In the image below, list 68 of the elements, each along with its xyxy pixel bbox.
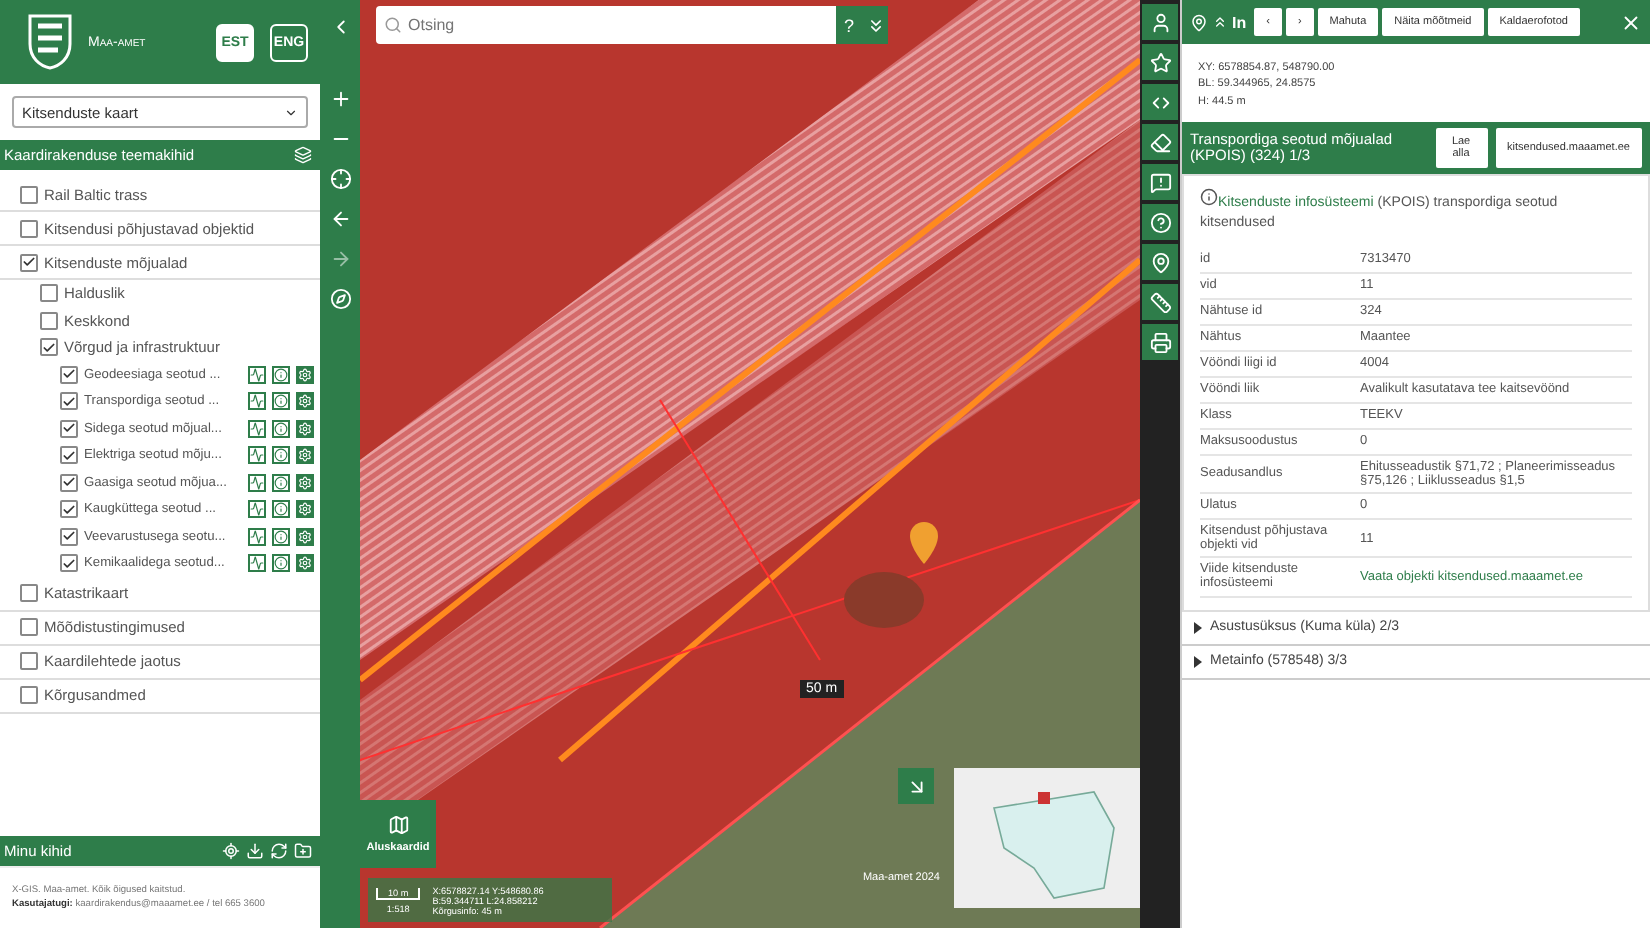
checkbox[interactable] <box>60 527 78 546</box>
checkbox[interactable] <box>60 419 78 438</box>
checkbox[interactable] <box>60 500 78 519</box>
info-icon[interactable] <box>272 446 290 465</box>
refresh-icon[interactable] <box>270 841 288 860</box>
map-icon <box>387 814 409 836</box>
double-chevron-icon <box>865 15 885 35</box>
chart-icon[interactable] <box>248 365 266 384</box>
checkbox[interactable] <box>20 584 38 602</box>
checkbox[interactable] <box>60 554 78 573</box>
checkbox[interactable] <box>60 365 78 384</box>
info-icon <box>1200 187 1218 206</box>
checkbox[interactable] <box>20 686 38 704</box>
expand-button[interactable] <box>862 6 888 44</box>
settings-icon[interactable] <box>296 392 314 411</box>
settings-icon[interactable] <box>296 365 314 384</box>
settings-icon[interactable] <box>296 500 314 519</box>
layers-icon[interactable] <box>294 146 312 164</box>
checkbox[interactable] <box>20 219 38 237</box>
checkbox[interactable] <box>40 284 58 303</box>
settings-icon[interactable] <box>296 554 314 573</box>
locate-icon[interactable] <box>222 841 240 860</box>
chart-icon[interactable] <box>248 554 266 573</box>
chart-icon[interactable] <box>248 446 266 465</box>
close-icon[interactable] <box>1620 11 1642 33</box>
info-icon[interactable] <box>272 527 290 546</box>
pin-icon[interactable] <box>1190 13 1208 31</box>
checkbox[interactable] <box>40 338 58 357</box>
search-icon <box>384 16 402 34</box>
collapse-icon[interactable] <box>1212 14 1228 30</box>
info-icon[interactable] <box>272 500 290 519</box>
dropdown-caret-icon[interactable] <box>284 105 298 119</box>
info-icon[interactable] <box>272 365 290 384</box>
info-icon[interactable] <box>272 419 290 438</box>
help-icon[interactable] <box>1142 204 1178 240</box>
help-button[interactable]: ? <box>836 6 862 44</box>
download-icon[interactable] <box>246 841 264 860</box>
settings-icon[interactable] <box>296 419 314 438</box>
checkbox[interactable] <box>40 311 58 330</box>
info-icon[interactable] <box>272 392 290 411</box>
checkbox[interactable] <box>20 253 38 271</box>
checkbox[interactable] <box>20 618 38 636</box>
add-folder-icon[interactable] <box>294 841 312 860</box>
settings-icon[interactable] <box>296 446 314 465</box>
ruler-icon[interactable] <box>1142 284 1178 320</box>
chart-icon[interactable] <box>248 500 266 519</box>
user-icon[interactable] <box>1142 4 1178 40</box>
feedback-icon[interactable] <box>1142 164 1178 200</box>
info-icon[interactable] <box>272 473 290 492</box>
info-icon[interactable] <box>272 554 290 573</box>
settings-icon[interactable] <box>296 527 314 546</box>
checkbox[interactable] <box>60 446 78 465</box>
eraser-icon[interactable] <box>1142 124 1178 160</box>
chart-icon[interactable] <box>248 527 266 546</box>
split-icon[interactable] <box>1142 84 1178 120</box>
chart-icon[interactable] <box>248 473 266 492</box>
panel-title: In <box>1232 13 1247 31</box>
chart-icon[interactable] <box>248 419 266 438</box>
chart-icon[interactable] <box>248 392 266 411</box>
search-field[interactable]: Otsing ? <box>376 6 888 44</box>
checkbox[interactable] <box>20 185 38 203</box>
pin-icon[interactable] <box>1142 244 1178 280</box>
checkbox[interactable] <box>20 652 38 670</box>
printer-icon[interactable] <box>1142 324 1178 360</box>
checkbox[interactable] <box>60 473 78 492</box>
settings-icon[interactable] <box>296 473 314 492</box>
coat-of-arms-logo <box>28 14 72 70</box>
checkbox[interactable] <box>60 392 78 411</box>
